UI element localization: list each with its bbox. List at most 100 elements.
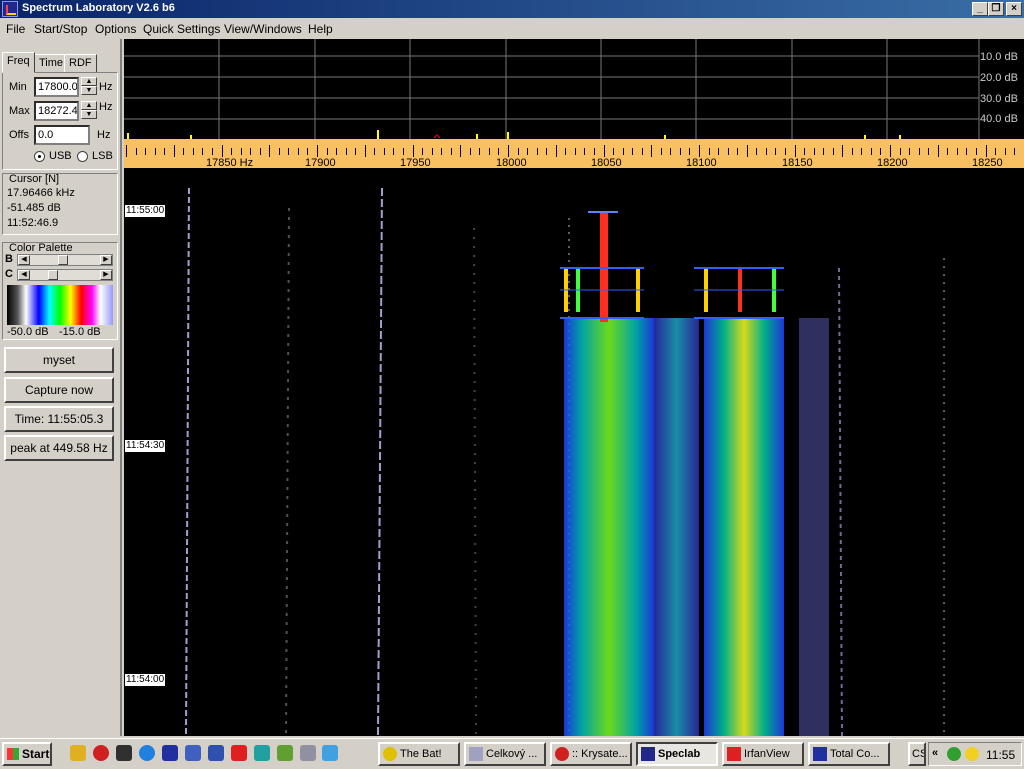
db-label-10: 10.0 dB <box>980 51 1018 63</box>
ruler-tick <box>346 148 347 155</box>
ruler-tick <box>986 145 987 157</box>
task-total-commander[interactable]: Total Co... <box>808 742 890 766</box>
time-label-115500: 11:55:00 <box>125 205 165 217</box>
quicklaunch-icon-7[interactable] <box>208 745 224 761</box>
ruler-tick <box>384 148 385 155</box>
opera-task-icon <box>555 747 569 761</box>
usb-radio[interactable] <box>34 151 45 162</box>
min-unit: Hz <box>99 81 112 93</box>
ruler-tick <box>374 148 375 155</box>
capture-now-button[interactable]: Capture now <box>4 377 114 403</box>
max-freq-input[interactable]: 18272.4 <box>34 101 79 121</box>
irfanview-quick-icon[interactable] <box>231 745 247 761</box>
signal-band-2 <box>654 318 699 736</box>
total-commander-icon <box>813 747 827 761</box>
spectrum-marker <box>434 135 440 138</box>
ruler-tick <box>871 148 872 155</box>
palette-gradient[interactable] <box>7 285 113 325</box>
offset-input[interactable]: 0.0 <box>34 125 90 145</box>
ruler-tick <box>957 148 958 155</box>
ruler-tick <box>804 148 805 155</box>
ruler-tick <box>556 145 557 157</box>
min-label: Min <box>9 81 27 93</box>
menu-start-stop[interactable]: Start/Stop <box>34 22 87 36</box>
tab-rdf[interactable]: RDF <box>64 54 97 73</box>
opera-icon[interactable] <box>93 745 109 761</box>
menu-quick-settings[interactable]: Quick Settings <box>143 22 220 36</box>
menu-options[interactable]: Options <box>95 22 136 36</box>
time-button[interactable]: Time: 11:55:05.3 <box>4 406 114 432</box>
menu-help[interactable]: Help <box>308 22 333 36</box>
ruler-tick <box>365 145 366 157</box>
brightness-slider[interactable]: ◀▶ <box>17 254 113 266</box>
task-irfanview[interactable]: IrfanView <box>722 742 804 766</box>
close-button[interactable]: × <box>1006 2 1022 16</box>
ruler-tick <box>317 145 318 157</box>
ruler-tick <box>231 148 232 155</box>
speclab-icon <box>641 747 655 761</box>
quicklaunch-icon-11[interactable] <box>300 745 316 761</box>
task-krysate[interactable]: :: Krysate... <box>550 742 632 766</box>
language-indicator[interactable]: CS <box>908 742 926 766</box>
ruler-tick <box>403 148 404 155</box>
task-the-bat[interactable]: The Bat! <box>378 742 460 766</box>
quicklaunch-icon-1[interactable] <box>70 745 86 761</box>
ruler-tick <box>852 148 853 155</box>
ruler-tick <box>164 148 165 155</box>
max-freq-spinner[interactable]: ▲▼ <box>81 101 97 121</box>
signal-band-4 <box>799 318 829 736</box>
tray-expand-icon[interactable]: « <box>932 747 938 759</box>
task-label: Speclab <box>658 748 700 760</box>
frequency-ruler[interactable]: 17850 Hz 17900 17950 18000 18050 18100 1… <box>124 139 1024 168</box>
restore-button[interactable]: ❐ <box>988 2 1004 16</box>
minimize-button[interactable]: _ <box>972 2 988 16</box>
ruler-tick <box>1005 148 1006 155</box>
tab-time[interactable]: Time <box>34 54 68 73</box>
ruler-tick <box>661 148 662 155</box>
menu-bar: File Start/Stop Options Quick Settings V… <box>0 19 1024 38</box>
peak-button[interactable]: peak at 449.58 Hz <box>4 435 114 461</box>
start-button[interactable]: Start <box>2 742 52 766</box>
quicklaunch-icon-3[interactable] <box>116 745 132 761</box>
spectrum-peaks <box>127 130 901 139</box>
usb-label: USB <box>49 150 72 162</box>
tab-freq[interactable]: Freq <box>2 52 35 73</box>
menu-file[interactable]: File <box>6 22 25 36</box>
app-icon[interactable] <box>2 1 18 17</box>
task-celkovy[interactable]: Celkový ... <box>464 742 546 766</box>
spectrum-graph[interactable]: 10.0 dB 20.0 dB 30.0 dB 40.0 dB <box>124 39 1024 139</box>
time-label-115400: 11:54:00 <box>125 674 165 686</box>
palette-max: -15.0 dB <box>59 326 101 338</box>
ruler-tick <box>680 148 681 155</box>
ruler-tick <box>508 145 509 157</box>
quicklaunch-icon-10[interactable] <box>277 745 293 761</box>
ruler-tick <box>823 148 824 155</box>
clock[interactable]: 11:55 <box>986 748 1015 762</box>
tray-gear-icon[interactable] <box>947 747 961 761</box>
min-freq-input[interactable]: 17800.0 <box>34 77 79 97</box>
signal-band-1 <box>564 318 654 736</box>
min-freq-spinner[interactable]: ▲▼ <box>81 77 97 97</box>
ie-icon[interactable] <box>139 745 155 761</box>
ruler-tick <box>670 148 671 155</box>
ruler-tick <box>861 148 862 155</box>
db-label-20: 20.0 dB <box>980 72 1018 84</box>
ruler-tick <box>1014 148 1015 155</box>
save-icon[interactable] <box>162 745 178 761</box>
tray-smiley-icon[interactable] <box>965 747 979 761</box>
ruler-tick <box>909 148 910 155</box>
lsb-radio[interactable] <box>77 151 88 162</box>
task-label: :: Krysate... <box>572 748 628 760</box>
task-speclab[interactable]: Speclab <box>636 742 718 766</box>
contrast-slider[interactable]: ◀▶ <box>17 269 113 281</box>
myset-button[interactable]: myset <box>4 347 114 373</box>
menu-view-windows[interactable]: View/Windows <box>224 22 302 36</box>
ruler-tick <box>393 148 394 155</box>
waterfall-svg <box>124 168 1024 736</box>
ruler-tick <box>575 148 576 155</box>
quicklaunch-icon-12[interactable] <box>322 745 338 761</box>
quicklaunch-icon-6[interactable] <box>185 745 201 761</box>
cursor-info: Cursor [N] 17.96466 kHz -51.485 dB 11:52… <box>2 173 118 235</box>
waterfall-display[interactable] <box>124 168 1024 736</box>
quicklaunch-icon-9[interactable] <box>254 745 270 761</box>
